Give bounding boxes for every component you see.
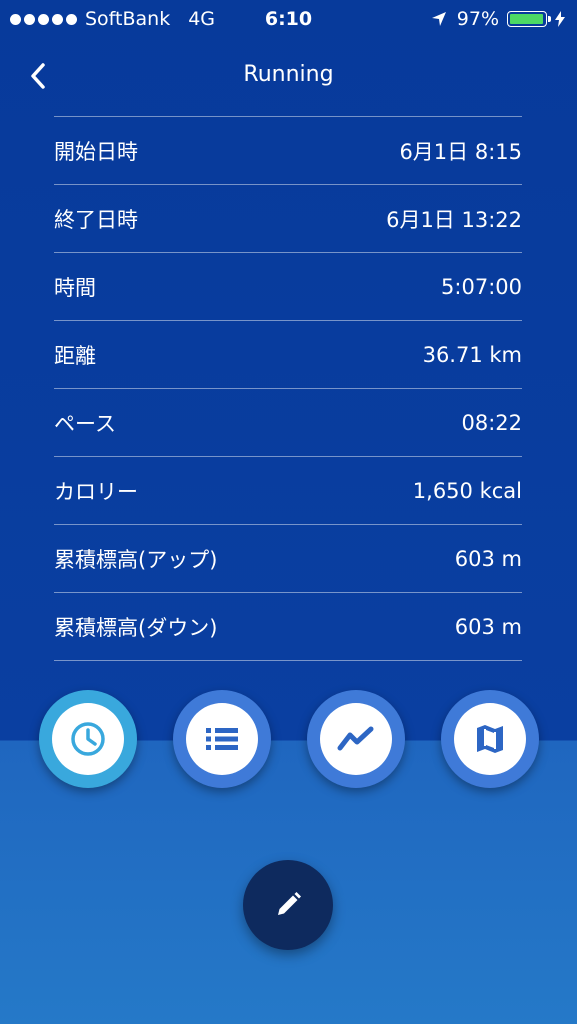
status-bar: SoftBank 4G 6:10 97% — [0, 0, 577, 40]
detail-row-end-time: 終了日時 6月1日 13:22 — [54, 185, 522, 253]
detail-row-distance: 距離 36.71 km — [54, 321, 522, 389]
detail-value: 08:22 — [461, 410, 522, 435]
location-arrow-icon — [431, 11, 447, 27]
detail-value: 603 m — [454, 546, 522, 571]
detail-label: 開始日時 — [54, 139, 138, 164]
detail-row-start-time: 開始日時 6月1日 8:15 — [54, 117, 522, 185]
detail-row-duration: 時間 5:07:00 — [54, 253, 522, 321]
laps-view-button[interactable] — [173, 690, 271, 788]
detail-value: 6月1日 13:22 — [386, 207, 522, 232]
detail-label: カロリー — [54, 479, 138, 504]
detail-value: 603 m — [454, 614, 522, 639]
detail-label: ペース — [54, 411, 116, 436]
detail-row-pace: ペース 08:22 — [54, 389, 522, 457]
detail-list: 開始日時 6月1日 8:15 終了日時 6月1日 13:22 時間 5:07:0… — [54, 116, 522, 661]
chart-line-icon — [337, 726, 374, 751]
clock-icon — [71, 722, 105, 756]
charging-bolt-icon — [555, 11, 565, 27]
edit-button[interactable] — [243, 860, 333, 950]
detail-label: 時間 — [54, 275, 96, 300]
detail-value: 1,650 kcal — [412, 478, 522, 503]
battery-percent: 97% — [456, 8, 499, 30]
detail-label: 終了日時 — [54, 207, 138, 232]
detail-label: 距離 — [54, 343, 96, 368]
battery-level — [510, 14, 543, 24]
detail-row-elevation-down: 累積標高(ダウン) 603 m — [54, 593, 522, 661]
map-view-button[interactable] — [441, 690, 539, 788]
status-right: 97% — [431, 8, 565, 30]
detail-row-elevation-up: 累積標高(アップ) 603 m — [54, 525, 522, 593]
detail-label: 累積標高(ダウン) — [54, 615, 218, 640]
detail-row-calories: カロリー 1,650 kcal — [54, 457, 522, 525]
page-title: Running — [243, 62, 334, 87]
nav-bar: Running — [0, 44, 577, 108]
graph-view-button[interactable] — [307, 690, 405, 788]
map-icon — [477, 725, 503, 753]
detail-value: 5:07:00 — [441, 274, 522, 299]
detail-value: 36.71 km — [422, 342, 522, 367]
detail-label: 累積標高(アップ) — [54, 547, 218, 572]
summary-view-button[interactable] — [39, 690, 137, 788]
detail-value: 6月1日 8:15 — [399, 139, 522, 164]
view-switcher — [0, 690, 577, 790]
pencil-icon — [278, 892, 301, 915]
battery-icon — [507, 11, 551, 27]
list-icon — [206, 728, 238, 750]
